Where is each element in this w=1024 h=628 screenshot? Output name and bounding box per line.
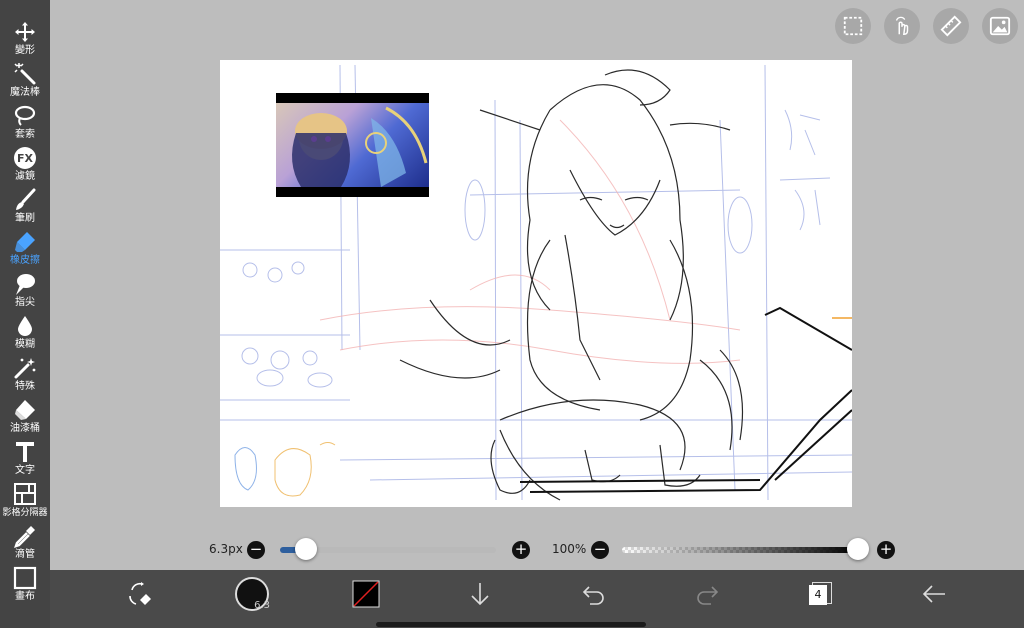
tool-sidebar: 變形 魔法棒 套索 FX 濾鏡 筆刷 橡皮擦 指尖 模糊 特殊 油漆桶 文字 影… [0, 0, 50, 628]
ruler-icon [940, 15, 962, 37]
lasso-icon [14, 105, 36, 126]
brush-size-decrease-button[interactable]: − [247, 541, 265, 559]
tool-label: 影格分隔器 [2, 508, 48, 518]
opacity-value: 100% [552, 542, 587, 556]
opacity-decrease-button[interactable]: − [591, 541, 609, 559]
text-icon [16, 442, 34, 462]
tool-label: 套索 [15, 129, 35, 140]
selection-icon [843, 16, 863, 36]
opacity-slider[interactable] [622, 547, 858, 553]
touch-icon [895, 16, 909, 35]
undo-button[interactable] [574, 572, 614, 616]
reference-illustration [292, 106, 428, 187]
svg-text:FX: FX [17, 152, 34, 165]
paint-bucket-icon [15, 400, 35, 420]
tool-frame-divider[interactable]: 影格分隔器 [0, 482, 50, 524]
color-swatch-icon [352, 580, 380, 608]
reference-image-content [276, 103, 429, 187]
opacity-slider-knob[interactable] [847, 538, 869, 560]
brush-size-increase-button[interactable]: + [512, 541, 530, 559]
tool-label: 模糊 [15, 339, 35, 350]
material-icon [989, 16, 1011, 36]
tool-label: 濾鏡 [15, 171, 35, 182]
tool-transform[interactable]: 變形 [0, 20, 50, 62]
redo-icon [697, 586, 719, 605]
brush-size-badge: 6.3 [254, 600, 270, 611]
opacity-increase-button[interactable]: + [877, 541, 895, 559]
fx-icon: FX [14, 147, 36, 169]
layers-icon: 4 [808, 582, 832, 606]
selection-button[interactable] [835, 8, 871, 44]
brush-size-value: 6.3px [209, 542, 243, 556]
move-icon [15, 22, 35, 42]
back-button[interactable] [914, 572, 954, 616]
brush-eraser-swap-icon [129, 582, 151, 605]
frame-divider-icon [14, 483, 36, 505]
undo-icon [582, 586, 604, 605]
tool-eraser[interactable]: 橡皮擦 [0, 230, 50, 272]
eyedropper-icon [14, 526, 35, 548]
magic-wand-icon [14, 63, 36, 85]
ruler-button[interactable] [933, 8, 969, 44]
color-button[interactable] [346, 572, 386, 616]
reference-image[interactable] [276, 93, 429, 197]
save-to-layer-button[interactable] [460, 572, 500, 616]
tool-brush[interactable]: 筆刷 [0, 188, 50, 230]
home-indicator [376, 622, 646, 627]
drawing-canvas[interactable] [220, 60, 852, 507]
brush-size-slider-knob[interactable] [294, 538, 317, 560]
tool-label: 滴管 [15, 549, 35, 560]
tool-special[interactable]: 特殊 [0, 356, 50, 398]
tool-text[interactable]: 文字 [0, 440, 50, 482]
arrow-down-icon [471, 583, 489, 606]
tool-label: 畫布 [15, 591, 35, 602]
special-icon [14, 358, 36, 379]
tool-canvas[interactable]: 畫布 [0, 566, 50, 608]
tool-finger[interactable]: 指尖 [0, 272, 50, 314]
blur-drop-icon [18, 316, 32, 336]
quick-switch-button[interactable] [120, 572, 160, 616]
tool-label: 油漆桶 [10, 423, 40, 434]
tool-label: 魔法棒 [10, 87, 40, 98]
brush-icon [16, 188, 36, 210]
material-button[interactable] [982, 8, 1018, 44]
layer-count: 4 [809, 585, 827, 605]
tool-blur[interactable]: 模糊 [0, 314, 50, 356]
arrow-left-icon [922, 585, 945, 603]
tool-lasso[interactable]: 套索 [0, 104, 50, 146]
finger-icon [16, 274, 35, 295]
tool-filter[interactable]: FX 濾鏡 [0, 146, 50, 188]
brush-size-button[interactable]: 6.3 [232, 572, 272, 616]
tool-label: 變形 [15, 45, 35, 56]
tool-label: 筆刷 [15, 213, 35, 224]
touch-button[interactable] [884, 8, 920, 44]
tool-label: 指尖 [15, 297, 35, 308]
redo-button[interactable] [687, 572, 727, 616]
tool-magic-wand[interactable]: 魔法棒 [0, 62, 50, 104]
tool-label: 橡皮擦 [10, 255, 40, 266]
layers-button[interactable]: 4 [800, 572, 840, 616]
tool-paint-bucket[interactable]: 油漆桶 [0, 398, 50, 440]
bottom-toolbar [50, 570, 1024, 628]
tool-eyedropper[interactable]: 滴管 [0, 524, 50, 566]
tool-label: 文字 [15, 465, 35, 476]
brush-size-preview: 6.3 [235, 577, 270, 611]
tool-label: 特殊 [15, 381, 35, 392]
canvas-icon [13, 566, 37, 590]
eraser-icon [15, 232, 35, 252]
